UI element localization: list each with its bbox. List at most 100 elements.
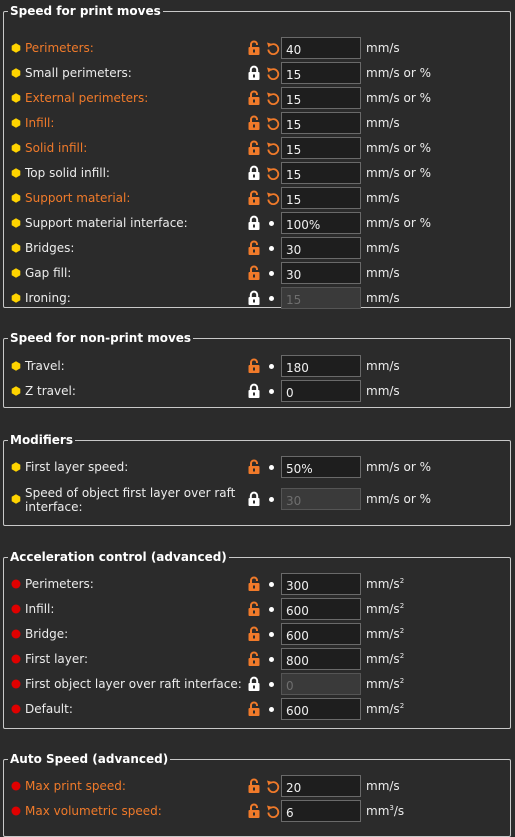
- solid-infill-input[interactable]: [281, 137, 361, 159]
- undo-arrow-icon[interactable]: [266, 40, 280, 56]
- z-travel-input[interactable]: [281, 380, 361, 402]
- infill-input[interactable]: [281, 112, 361, 134]
- undo-arrow-icon[interactable]: [266, 190, 280, 206]
- expert-mode-dot-icon: [11, 806, 21, 816]
- bridge-input[interactable]: [281, 623, 361, 645]
- expert-mode-dot-icon: [11, 679, 21, 689]
- advanced-mode-hexagon-icon: [11, 386, 21, 396]
- support-material-interface-input[interactable]: [281, 212, 361, 234]
- lock-open-icon[interactable]: [247, 40, 261, 56]
- lock-closed-icon[interactable]: [247, 676, 261, 692]
- unit-text: mm/s or %: [366, 91, 431, 105]
- unit-text: mm/s or %: [366, 141, 431, 155]
- lock-open-icon[interactable]: [247, 140, 261, 156]
- lock-open-icon[interactable]: [247, 701, 261, 717]
- expert-mode-dot-icon: [11, 704, 21, 714]
- unit-text: mm/s or %: [366, 166, 431, 180]
- unit-text: mm/s: [366, 627, 400, 641]
- lock-open-icon[interactable]: [247, 601, 261, 617]
- advanced-mode-hexagon-icon: [11, 93, 21, 103]
- lock-closed-icon[interactable]: [247, 491, 261, 507]
- travel-input[interactable]: [281, 355, 361, 377]
- unit-text: mm/s: [366, 266, 400, 280]
- unit-label: mm/s or %: [366, 166, 431, 180]
- lock-closed-icon[interactable]: [247, 215, 261, 231]
- advanced-mode-hexagon-icon: [11, 43, 21, 53]
- group-auto-speed-advanced: Auto Speed (advanced) Max print speed: mm…: [3, 752, 511, 837]
- lock-open-icon[interactable]: [247, 90, 261, 106]
- first-layer-speed-input[interactable]: [281, 456, 361, 478]
- unit-text: mm/s: [366, 577, 400, 591]
- unit-label: mm/s: [366, 191, 400, 205]
- setting-label: Bridge:: [25, 627, 69, 641]
- unit-text: mm/s: [366, 116, 400, 130]
- unit-text: mm/s: [366, 384, 400, 398]
- unit-superscript: 2: [399, 702, 405, 710]
- lock-open-icon[interactable]: [247, 190, 261, 206]
- infill-input[interactable]: [281, 598, 361, 620]
- small-perimeters-input[interactable]: [281, 62, 361, 84]
- max-volumetric-speed-input[interactable]: [281, 800, 361, 822]
- lock-open-icon[interactable]: [247, 358, 261, 374]
- undo-arrow-icon[interactable]: [266, 90, 280, 106]
- setting-label: First layer:: [25, 652, 89, 666]
- expert-mode-dot-icon: [11, 579, 21, 589]
- system-value-bullet-icon: [269, 707, 274, 712]
- max-print-speed-input[interactable]: [281, 775, 361, 797]
- unit-text: mm/s or %: [366, 492, 431, 506]
- lock-open-icon[interactable]: [247, 265, 261, 281]
- lock-closed-icon[interactable]: [247, 165, 261, 181]
- external-perimeters-input[interactable]: [281, 87, 361, 109]
- undo-arrow-icon[interactable]: [266, 803, 280, 819]
- setting-row-infill: Infill: mm/s2: [4, 598, 510, 620]
- unit-label: mm3/s: [366, 804, 404, 818]
- support-material-input[interactable]: [281, 187, 361, 209]
- setting-label: Perimeters:: [25, 41, 94, 55]
- gap-fill-input[interactable]: [281, 262, 361, 284]
- unit-text: mm/s or %: [366, 216, 431, 230]
- lock-closed-icon[interactable]: [247, 290, 261, 306]
- unit-label: mm/s: [366, 779, 400, 793]
- undo-arrow-icon[interactable]: [266, 115, 280, 131]
- lock-open-icon[interactable]: [247, 778, 261, 794]
- system-value-bullet-icon: [269, 246, 274, 251]
- advanced-mode-hexagon-icon: [11, 361, 21, 371]
- lock-open-icon[interactable]: [247, 459, 261, 475]
- unit-label: mm/s2: [366, 652, 404, 666]
- undo-arrow-icon[interactable]: [266, 65, 280, 81]
- system-value-bullet-icon: [269, 389, 274, 394]
- unit-superscript: 2: [399, 602, 405, 610]
- lock-closed-icon[interactable]: [247, 65, 261, 81]
- system-value-bullet-icon: [269, 657, 274, 662]
- lock-open-icon[interactable]: [247, 240, 261, 256]
- lock-open-icon[interactable]: [247, 651, 261, 667]
- lock-open-icon[interactable]: [247, 803, 261, 819]
- system-value-bullet-icon: [269, 607, 274, 612]
- lock-open-icon[interactable]: [247, 626, 261, 642]
- unit-text: mm: [366, 804, 390, 818]
- setting-label: Max print speed:: [25, 779, 126, 793]
- advanced-mode-hexagon-icon: [11, 462, 21, 472]
- unit-superscript: 2: [399, 677, 405, 685]
- unit-label: mm/s: [366, 384, 400, 398]
- lock-closed-icon[interactable]: [247, 383, 261, 399]
- undo-arrow-icon[interactable]: [266, 165, 280, 181]
- bridges-input[interactable]: [281, 237, 361, 259]
- advanced-mode-hexagon-icon: [11, 168, 21, 178]
- unit-label: mm/s2: [366, 602, 404, 616]
- setting-row-ironing: Ironing: mm/s: [4, 287, 510, 309]
- perimeters-input[interactable]: [281, 573, 361, 595]
- perimeters-input[interactable]: [281, 37, 361, 59]
- undo-arrow-icon[interactable]: [266, 778, 280, 794]
- top-solid-infill-input[interactable]: [281, 162, 361, 184]
- unit-text: mm/s: [366, 291, 400, 305]
- default-input[interactable]: [281, 698, 361, 720]
- first-layer-input[interactable]: [281, 648, 361, 670]
- lock-open-icon[interactable]: [247, 115, 261, 131]
- undo-arrow-icon[interactable]: [266, 140, 280, 156]
- lock-open-icon[interactable]: [247, 576, 261, 592]
- system-value-bullet-icon: [269, 632, 274, 637]
- setting-label: Bridges:: [25, 241, 75, 255]
- setting-row-external-perimeters: External perimeters: mm/s or %: [4, 87, 510, 109]
- unit-superscript: 2: [399, 652, 405, 660]
